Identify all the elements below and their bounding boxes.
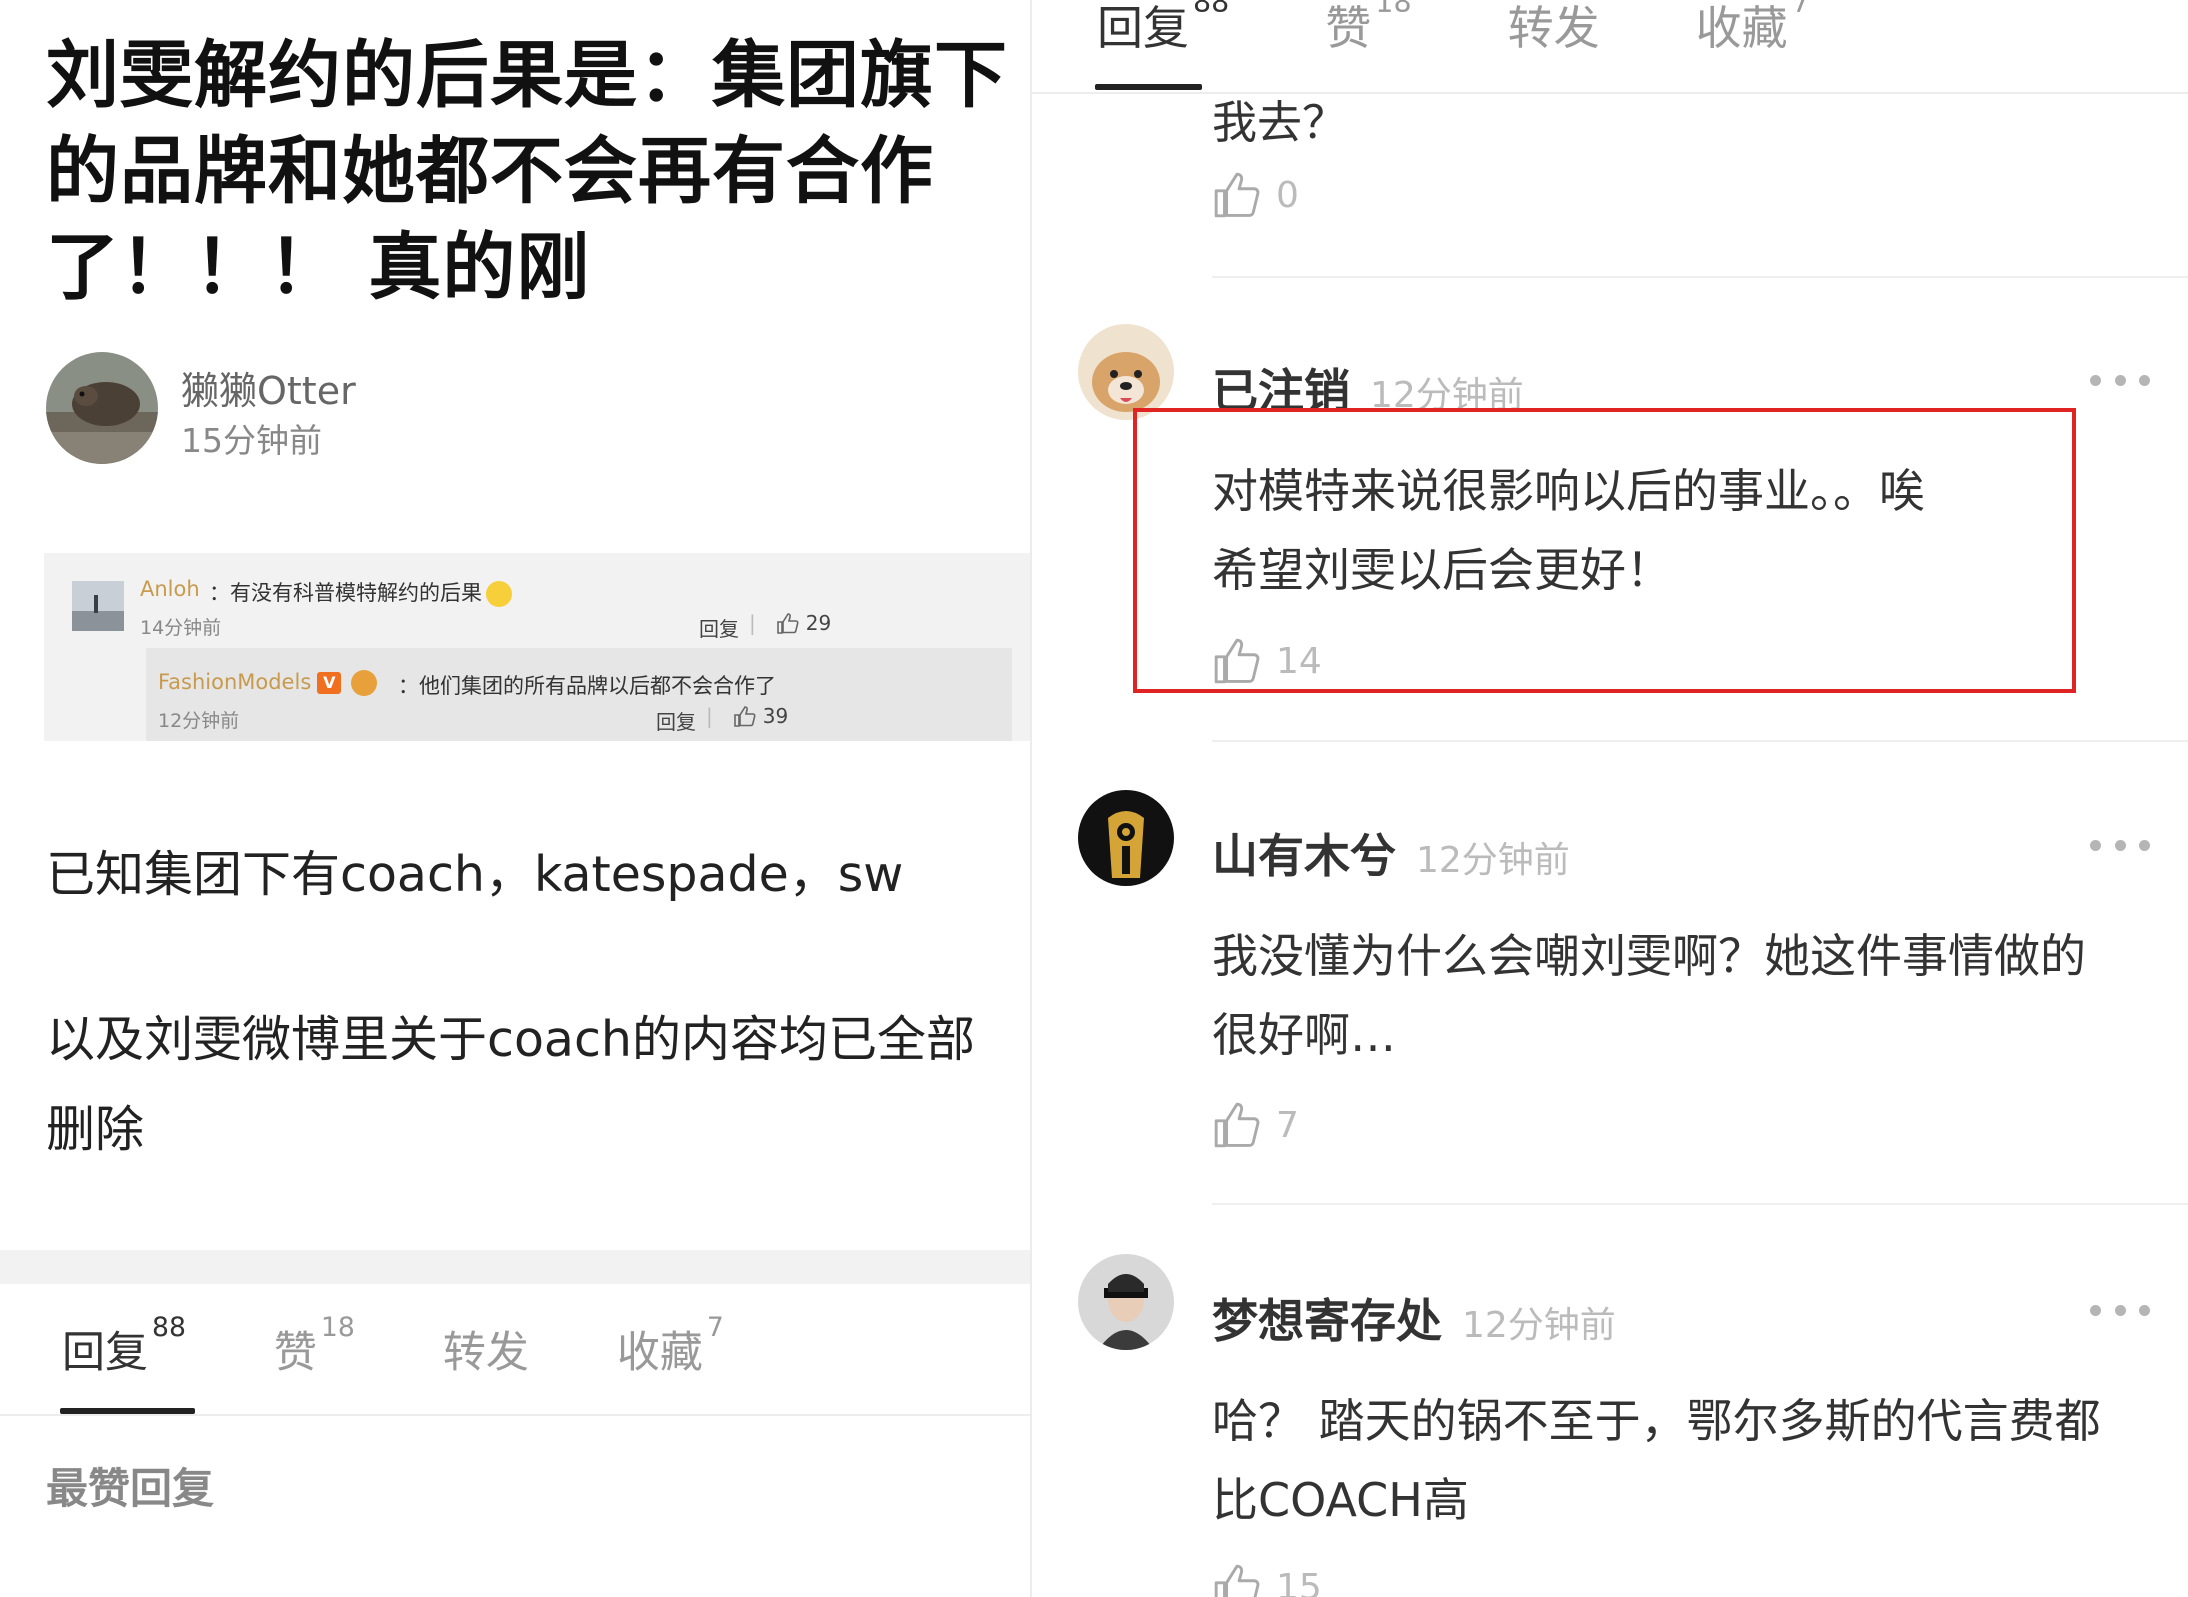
tab-divider <box>1032 92 2188 94</box>
like-button[interactable]: 15 <box>1212 1562 1322 1597</box>
thumbs-up-icon <box>1214 1102 1260 1148</box>
commenter-name[interactable]: 梦想寄存处 <box>1212 1285 1442 1351</box>
comment-text: 哈？ 踏天的锅不至于，鄂尔多斯的代言费都 <box>1212 1394 2101 1448</box>
thumbs-up-icon <box>1214 1564 1260 1597</box>
like-button[interactable]: 7 <box>1212 1100 1299 1150</box>
like-button[interactable]: 0 <box>1212 170 1299 220</box>
post-panel: 刘雯解约的后果是：集团旗下的品牌和她都不会再有合作了！！！ 真的刚 獭獭Otte… <box>0 0 1030 1597</box>
author-avatar[interactable] <box>46 352 158 464</box>
commenter-avatar[interactable] <box>1078 324 1174 420</box>
comments-panel: 回复 88 赞 18 转发 收藏 7 我去？ 0 已注销 12分钟前 对模特来说很影响… <box>1030 0 2188 1597</box>
comment-divider <box>1212 740 2188 742</box>
comment-divider <box>1212 276 2188 278</box>
tab-reposts[interactable]: 转发 <box>1508 0 1600 58</box>
comment-text: 比COACH高 <box>1212 1473 1469 1527</box>
commenter-name[interactable]: 山有木兮 <box>1212 820 1396 886</box>
thumbs-up-icon <box>776 613 799 634</box>
tab-likes[interactable]: 赞18 <box>274 1312 355 1380</box>
tab-favorites[interactable]: 收藏7 <box>617 1312 724 1380</box>
more-dots-icon[interactable] <box>2090 840 2150 854</box>
post-body-line: 已知集团下有coach，katespade，sw <box>46 846 904 903</box>
active-tab-indicator <box>1095 84 1202 90</box>
more-dots-icon[interactable] <box>2090 375 2150 389</box>
emoji-icon <box>486 581 512 607</box>
commenter-avatar <box>72 581 124 631</box>
screenshot-reply-username: FashionModels <box>158 670 312 694</box>
more-dots-icon[interactable] <box>2090 1305 2150 1319</box>
tab-divider <box>0 1414 1030 1416</box>
top-replies-heading: 最赞回复 <box>46 1464 215 1513</box>
post-body-line: 删除 <box>46 1101 145 1158</box>
comment-text: 很好啊… <box>1212 1008 1396 1062</box>
screenshot-reply-like-count: 39 <box>762 704 789 728</box>
tab-replies[interactable]: 回复88 <box>62 1312 186 1380</box>
screenshot-username: Anloh <box>140 577 200 601</box>
section-divider <box>0 1250 1030 1284</box>
embedded-comment-screenshot: Anloh ：有没有科普模特解约的后果 14分钟前 回复 | 29 Fashio… <box>44 553 1030 741</box>
tab-likes[interactable]: 赞18 <box>1325 0 1411 58</box>
screenshot-time: 14分钟前 <box>140 617 222 639</box>
screenshot-like-count: 29 <box>805 611 832 635</box>
comment-text: 我去？ <box>1212 96 1348 149</box>
comment-tabs: 回复 88 赞 18 转发 收藏 7 <box>1097 0 1906 58</box>
commenter-avatar[interactable] <box>1078 1254 1174 1350</box>
post-body-line: 以及刘雯微博里关于coach的内容均已全部 <box>46 1011 975 1068</box>
commenter-avatar[interactable] <box>1078 790 1174 886</box>
screenshot-reply-block: FashionModels V ：他们集团的所有品牌以后都不会合作了 12分钟前 … <box>146 648 1012 741</box>
author-name[interactable]: 獭獭Otter <box>181 360 356 415</box>
thumbs-up-icon <box>1214 172 1260 218</box>
screenshot-reply-text: ：他们集团的所有品牌以后都不会合作了 <box>398 674 776 698</box>
red-highlight-box <box>1133 408 2076 693</box>
comment-time: 12分钟前 <box>1462 1305 1616 1346</box>
like-count: 15 <box>1276 1566 1322 1597</box>
post-title: 刘雯解约的后果是：集团旗下的品牌和她都不会再有合作了！！！ 真的刚 <box>46 33 1008 310</box>
comment-time: 12分钟前 <box>1416 840 1570 881</box>
screenshot-reply-label: 回复 <box>656 710 696 734</box>
comment-text: 我没懂为什么会嘲刘雯啊？她这件事情做的 <box>1212 929 2086 983</box>
post-tabs: 回复88 赞18 转发 收藏7 <box>62 1312 812 1380</box>
emoji-icon <box>351 670 378 696</box>
comment-divider <box>1212 1203 2188 1205</box>
like-count: 7 <box>1276 1104 1299 1146</box>
thumbs-up-icon <box>733 706 756 727</box>
screenshot-reply-label: 回复 <box>699 617 739 641</box>
tab-reposts[interactable]: 转发 <box>443 1318 529 1380</box>
tab-favorites[interactable]: 收藏7 <box>1696 0 1810 58</box>
verified-badge-icon: V <box>317 672 342 694</box>
like-count: 0 <box>1276 174 1299 216</box>
post-time: 15分钟前 <box>181 421 322 460</box>
screenshot-reply-time: 12分钟前 <box>158 710 240 732</box>
screenshot-comment-text: ：有没有科普模特解约的后果 <box>209 581 482 605</box>
tab-replies[interactable]: 回复88 <box>1097 0 1229 58</box>
